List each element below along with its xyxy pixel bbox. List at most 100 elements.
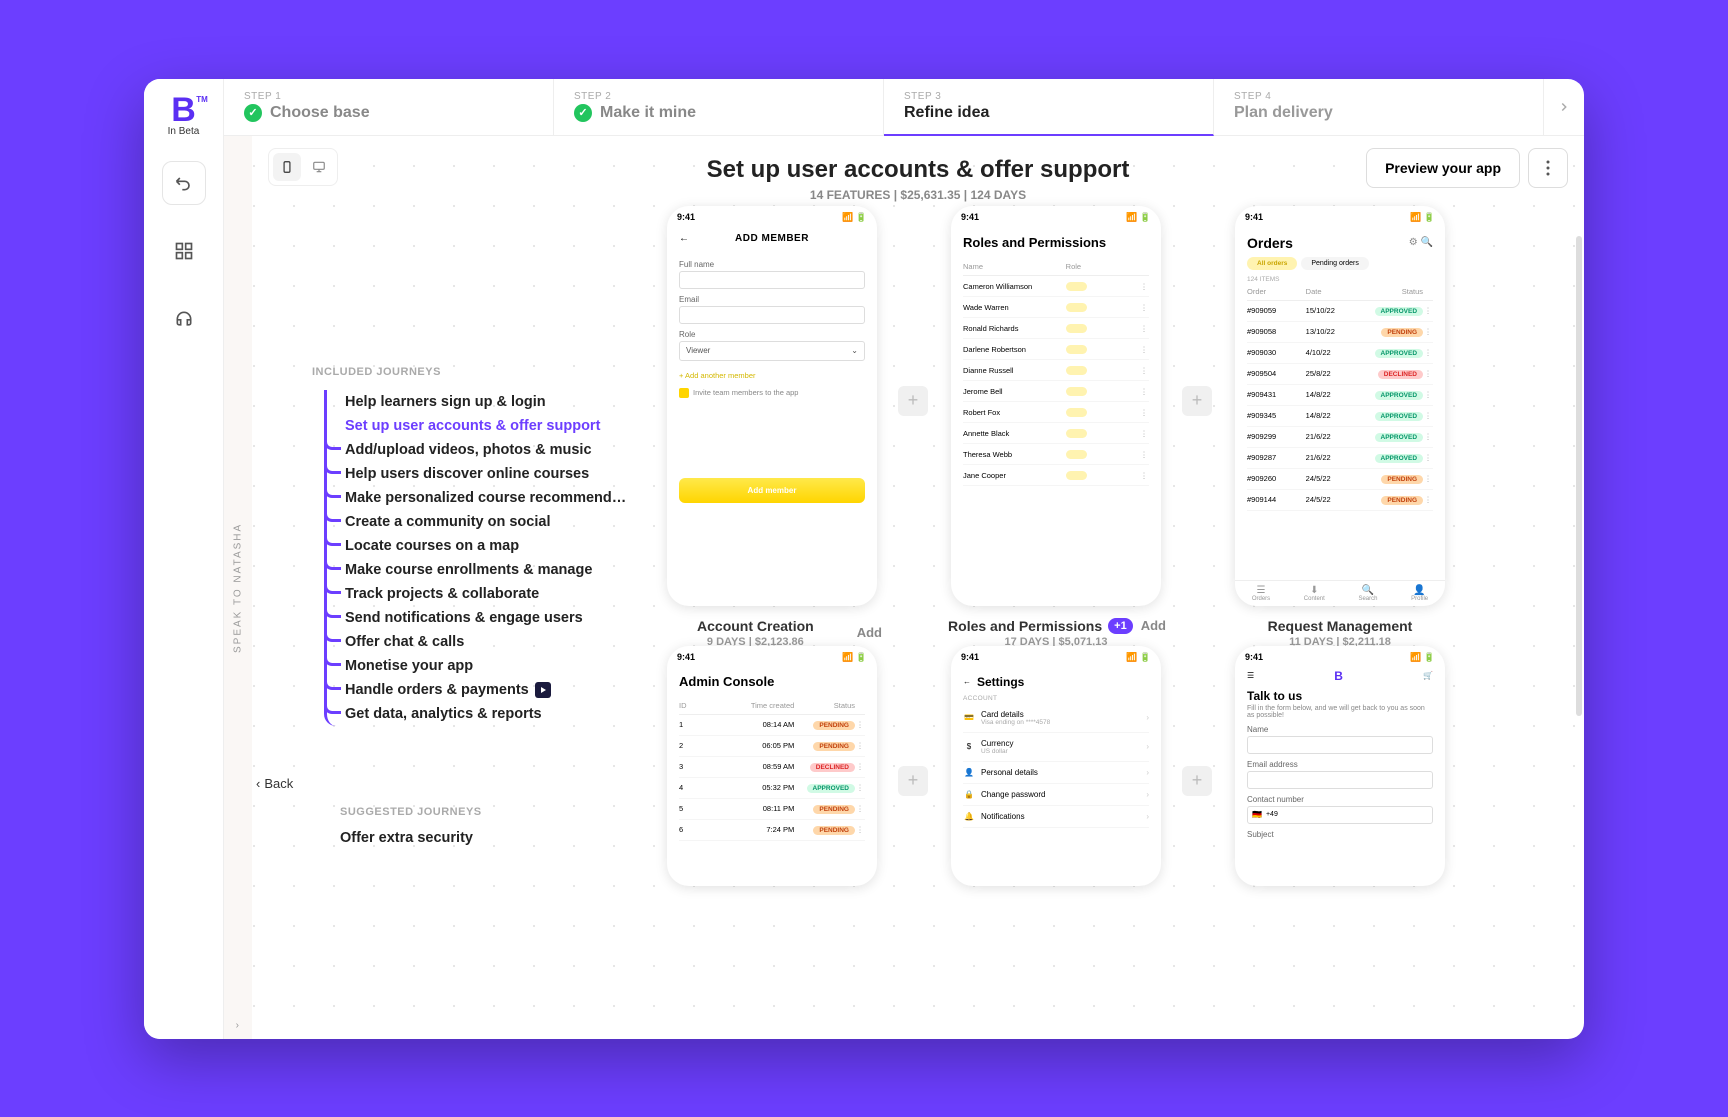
connector-button[interactable]: + xyxy=(898,386,928,416)
journey-item-active[interactable]: Set up user accounts & offer support xyxy=(327,414,632,438)
desktop-toggle[interactable] xyxy=(305,153,333,181)
canvas[interactable]: Set up user accounts & offer support 14 … xyxy=(252,136,1584,1039)
role-select: Viewer⌄ xyxy=(679,341,865,361)
workspace: SPEAK TO NATASHA › Set up user accounts … xyxy=(224,136,1584,1039)
cart-icon: 🛒 xyxy=(1423,671,1433,680)
journey-item[interactable]: Track projects & collaborate xyxy=(327,582,632,606)
undo-icon xyxy=(174,173,194,193)
mock-header: ADD MEMBER xyxy=(735,233,809,244)
phone-mock[interactable]: 9:41📶 🔋 ←ADD MEMBER Full name Email Role… xyxy=(667,206,877,606)
journey-item[interactable]: Locate courses on a map xyxy=(327,534,632,558)
back-arrow-icon: ← xyxy=(963,677,971,686)
email-input xyxy=(1247,771,1433,789)
suggested-item[interactable]: Offer extra security xyxy=(340,826,482,850)
journey-item[interactable]: Send notifications & engage users xyxy=(327,606,632,630)
tab-all: All orders xyxy=(1247,257,1297,270)
journey-item[interactable]: Handle orders & payments xyxy=(327,678,632,702)
top-actions: Preview your app xyxy=(1366,148,1568,188)
signal-icon: 📶 🔋 xyxy=(842,212,867,223)
item-count: 124 ITEMS xyxy=(1247,276,1433,283)
brand-icon: B xyxy=(1334,669,1343,683)
step-title: Refine idea xyxy=(904,104,989,122)
field-label: Full name xyxy=(679,260,865,269)
connector-button[interactable]: + xyxy=(898,766,928,796)
step-num: STEP 2 xyxy=(574,91,863,102)
invite-checkbox: Invite team members to the app xyxy=(679,388,865,398)
step-4[interactable]: STEP 4 Plan delivery xyxy=(1214,79,1544,135)
phone-mock[interactable]: 9:41📶 🔋 Admin Console IDTime createdStat… xyxy=(667,646,877,886)
add-feature-button[interactable]: Add xyxy=(849,625,882,640)
play-icon xyxy=(535,682,551,698)
journey-item[interactable]: Add/upload videos, photos & music xyxy=(327,438,632,462)
signal-icon: 📶 🔋 xyxy=(1126,652,1151,663)
undo-button[interactable] xyxy=(162,161,206,205)
section-label: ACCOUNT xyxy=(963,695,1149,702)
journey-panel: INCLUDED JOURNEYS Help learners sign up … xyxy=(312,366,632,726)
card-account-creation: 9:41📶 🔋 ←ADD MEMBER Full name Email Role… xyxy=(662,206,882,648)
step-3[interactable]: STEP 3 Refine idea xyxy=(884,79,1214,136)
journey-item[interactable]: Get data, analytics & reports xyxy=(327,702,632,726)
kebab-icon xyxy=(1546,160,1550,176)
mock-header: Roles and Permissions xyxy=(963,235,1149,251)
field-label: Name xyxy=(1247,725,1433,734)
phone-mock[interactable]: 9:41📶 🔋 ←Settings ACCOUNT 💳Card detailsV… xyxy=(951,646,1161,886)
card-talk-to-us: 9:41📶 🔋 ☰ B 🛒 Talk to us Fill in the for… xyxy=(1230,646,1450,886)
field-label: Role xyxy=(679,330,865,339)
add-member-link: + Add another member xyxy=(679,371,865,380)
mock-header: Talk to us xyxy=(1247,689,1433,703)
step-title: Make it mine xyxy=(600,104,696,122)
email-input xyxy=(679,306,865,324)
journey-item[interactable]: Help learners sign up & login xyxy=(327,390,632,414)
card-admin-console: 9:41📶 🔋 Admin Console IDTime createdStat… xyxy=(662,646,882,886)
speak-label: SPEAK TO NATASHA xyxy=(233,522,244,652)
connector-button[interactable]: + xyxy=(1182,386,1212,416)
preview-button[interactable]: Preview your app xyxy=(1366,148,1520,188)
journey-item[interactable]: Help users discover online courses xyxy=(327,462,632,486)
journey-item[interactable]: Make course enrollments & manage xyxy=(327,558,632,582)
scrollbar[interactable] xyxy=(1576,236,1582,716)
speak-to-natasha[interactable]: SPEAK TO NATASHA › xyxy=(224,136,252,1039)
card-title: Roles and Permissions xyxy=(946,618,1104,634)
step-1[interactable]: STEP 1 ✓Choose base xyxy=(224,79,554,135)
menu-icon: ☰ xyxy=(1247,671,1254,680)
phone-mock[interactable]: 9:41📶 🔋 Orders ⚙ 🔍 All orders Pending or… xyxy=(1235,206,1445,606)
step-2[interactable]: STEP 2 ✓ Make it mine xyxy=(554,79,884,135)
card-title: Request Management xyxy=(1230,618,1450,634)
connector-button[interactable]: + xyxy=(1182,766,1212,796)
phone-mock[interactable]: 9:41📶 🔋 ☰ B 🛒 Talk to us Fill in the for… xyxy=(1235,646,1445,886)
mock-header: Orders xyxy=(1247,235,1293,251)
back-button[interactable]: ‹ Back xyxy=(256,776,293,791)
more-button[interactable] xyxy=(1528,148,1568,188)
logo: BTM In Beta xyxy=(168,91,200,137)
dashboard-button[interactable] xyxy=(162,229,206,273)
journey-item[interactable]: Offer chat & calls xyxy=(327,630,632,654)
mock-sub: Fill in the form below, and we will get … xyxy=(1247,705,1433,719)
add-feature-button[interactable]: Add xyxy=(1133,618,1166,633)
bottom-nav: ☰Orders ⬇Content 🔍Search 👤Profile xyxy=(1235,580,1445,606)
mobile-toggle[interactable] xyxy=(273,153,301,181)
name-input xyxy=(1247,736,1433,754)
cards-row-2: 9:41📶 🔋 Admin Console IDTime createdStat… xyxy=(662,646,1450,886)
journey-item[interactable]: Create a community on social xyxy=(327,510,632,534)
phone-mock[interactable]: 9:41📶 🔋 Roles and Permissions NameRole C… xyxy=(951,206,1161,606)
check-icon: ✓ xyxy=(574,104,592,122)
step-title: Choose base xyxy=(270,104,370,122)
check-icon: ✓ xyxy=(244,104,262,122)
chevron-right-icon xyxy=(1557,100,1571,114)
back-arrow-icon: ← xyxy=(679,233,690,244)
signal-icon: 📶 🔋 xyxy=(1410,212,1435,223)
card-request-management: 9:41📶 🔋 Orders ⚙ 🔍 All orders Pending or… xyxy=(1230,206,1450,648)
tab-pending: Pending orders xyxy=(1301,257,1368,270)
field-label: Subject xyxy=(1247,830,1433,839)
signal-icon: 📶 🔋 xyxy=(842,652,867,663)
journey-item[interactable]: Monetise your app xyxy=(327,654,632,678)
logo-tm: TM xyxy=(196,95,208,104)
support-button[interactable] xyxy=(162,297,206,341)
steps-bar: STEP 1 ✓Choose base STEP 2 ✓Make it mine… xyxy=(224,79,1584,136)
main-area: STEP 1 ✓Choose base STEP 2 ✓Make it mine… xyxy=(224,79,1584,1039)
steps-next-button[interactable] xyxy=(1544,79,1584,135)
card-settings: 9:41📶 🔋 ←Settings ACCOUNT 💳Card detailsV… xyxy=(946,646,1166,886)
journey-item[interactable]: Make personalized course recommendations xyxy=(327,486,632,510)
phone-input: 🇩🇪+49 xyxy=(1247,806,1433,824)
mock-header: Settings xyxy=(977,675,1024,689)
